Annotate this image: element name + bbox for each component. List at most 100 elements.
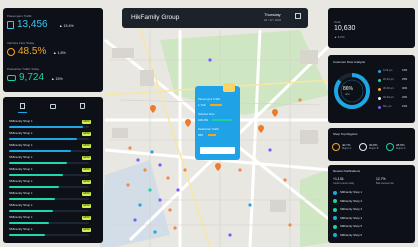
region-label: Region A <box>342 148 352 150</box>
shop-row-label: SMFamily Shop 1 <box>9 215 33 219</box>
stat-value: 48.5% <box>18 46 47 57</box>
shop-row-label: SMFamily Shop 1 <box>9 119 33 123</box>
stat-delta: ▲ 15% <box>51 77 63 81</box>
top-header: HikFamily Group Thursday 20 / 12 / 2022 <box>122 8 308 28</box>
bag-icon[interactable] <box>80 103 85 109</box>
legend-dot <box>378 106 381 109</box>
stat-delta: ▲ 1.8% <box>53 51 66 55</box>
shop-row-label: SMFamily Shop 1 <box>9 155 33 159</box>
legend-value: 30% <box>402 87 408 90</box>
shop-row-pill: 180% <box>82 156 91 160</box>
shop-row-label: SMFamily Shop 1 <box>9 131 33 135</box>
camera-icon[interactable] <box>50 104 56 109</box>
review-item-label: SMFamily Shop 1 <box>340 190 363 194</box>
customer-flow-panel: Customer Flow Analysis 86% ratio 0-19 yr… <box>328 55 415 123</box>
right-total-panel: Total 10,630 ▲ 8.2% <box>328 8 415 48</box>
store-icon[interactable] <box>20 103 25 109</box>
legend-value: 25% <box>402 78 408 81</box>
total-delta: ▲ 8.2% <box>334 35 345 39</box>
shop-row-bar <box>9 126 83 128</box>
shop-row-pill: 180% <box>82 144 91 148</box>
review-left-label: Good reviews today <box>333 182 355 185</box>
shop-row[interactable]: SMFamily Shop 1 180% <box>9 143 105 154</box>
stat-passengers: Passengers Traffic 13,456 ▲ 15.4% <box>7 14 99 36</box>
shop-row[interactable]: SMFamily Shop 1 180% <box>9 215 105 226</box>
popup-row-label: Passengers Traffic <box>198 98 221 101</box>
regions-list: 40.7% Region A 30.8% Region B 28.5% Region C <box>332 141 412 157</box>
shop-row[interactable]: SMFamily Shop 1 180% <box>9 167 105 178</box>
app-title: HikFamily Group <box>131 14 180 21</box>
review-title: Review Notifications <box>333 169 361 173</box>
shop-tabs <box>3 101 103 113</box>
ring-legend-item: 20-29 yrs 25% <box>378 78 412 86</box>
ring-legend-item: 50+ yrs 10% <box>378 105 412 113</box>
shop-row[interactable]: SMFamily Shop 1 180% <box>9 191 105 202</box>
shop-row-bar <box>9 210 53 212</box>
popup-row-bar <box>208 134 216 136</box>
legend-label: 30-39 yrs <box>383 87 394 90</box>
ring-title: Customer Flow Analysis <box>333 60 366 64</box>
shop-row[interactable]: SMFamily Shop 1 180% <box>9 131 105 142</box>
shop-row-pill: 180% <box>82 168 91 172</box>
review-item[interactable]: SMFamily Shop 5 <box>333 223 411 230</box>
total-label: Total <box>334 20 341 24</box>
shop-row-pill: 180% <box>82 204 91 208</box>
legend-label: 0-19 yrs <box>383 69 393 72</box>
popup-row-bar <box>210 104 222 106</box>
shop-row-bar <box>9 186 59 188</box>
review-left-value: +1,134 <box>333 177 344 181</box>
stat-vehicles: Vehicles Flow Today 48.5% ▲ 1.8% <box>7 41 99 63</box>
popup-row-bar <box>212 119 232 121</box>
shop-row[interactable]: SMFamily Shop 1 180% <box>9 179 105 190</box>
review-panel: Review Notifications +1,134 Good reviews… <box>328 165 415 243</box>
shop-row[interactable]: SMFamily Shop 1 180% <box>9 227 105 238</box>
shop-row-pill: 180% <box>82 120 91 124</box>
legend-dot <box>378 79 381 82</box>
region-item: 28.5% Region C <box>386 141 412 157</box>
active-tab-indicator <box>18 112 27 113</box>
shop-row-bar <box>9 138 77 140</box>
region-item: 40.7% Region A <box>332 141 358 157</box>
review-item[interactable]: SMFamily Shop 1 <box>333 189 411 196</box>
popup-row: Pedestrian Traffic 956 <box>198 128 237 140</box>
shop-popup: Passengers Traffic 1,732 Vehicles Flow 1… <box>195 83 240 161</box>
shop-row[interactable]: SMFamily Shop 1 180% <box>9 203 105 214</box>
review-item-label: SMFamily Shop 2 <box>340 198 363 203</box>
stat-label: Pedestrian Traffic Today <box>7 67 40 71</box>
shop-row-label: SMFamily Shop 1 <box>9 143 33 147</box>
header-day: Thursday <box>264 12 281 17</box>
shop-row[interactable]: SMFamily Shop 1 180% <box>9 155 105 166</box>
popup-detail-button[interactable]: Detail <box>200 147 235 161</box>
shop-row-pill: 180% <box>82 132 91 136</box>
shop-list-panel: SMFamily Shop 1 180% SMFamily Shop 1 180% SM… <box>3 97 103 243</box>
review-item[interactable]: SMFamily Shop 3 <box>333 206 411 213</box>
review-item[interactable]: SMFamily Shop 2 <box>333 198 411 205</box>
review-right-label: Bad reviews rate <box>376 182 394 185</box>
stat-label: Vehicles Flow Today <box>7 41 35 45</box>
legend-value: 15% <box>402 69 408 72</box>
car-icon <box>7 75 16 81</box>
fullscreen-icon[interactable] <box>295 13 301 19</box>
shop-row-label: SMFamily Shop 1 <box>9 179 33 183</box>
shop-row-label: SMFamily Shop 1 <box>9 203 33 207</box>
review-dot-icon <box>333 224 337 229</box>
review-item[interactable]: SMFamily Shop 4 <box>333 215 411 222</box>
popup-row: Vehicles Flow 100.0% <box>198 113 237 125</box>
region-ring-icon <box>386 143 394 151</box>
stat-label: Passengers Traffic <box>7 14 32 18</box>
popup-row-value: 1,732 <box>198 103 206 107</box>
ring-caption: ratio <box>345 93 350 96</box>
shop-row[interactable]: SMFamily Shop 1 180% <box>9 119 105 130</box>
popup-row-label: Pedestrian Traffic <box>198 128 219 131</box>
region-item: 30.8% Region B <box>359 141 385 157</box>
stat-value: 9,724 <box>19 72 45 83</box>
review-item-label: SMFamily Shop 3 <box>340 207 363 211</box>
shop-row-bar <box>9 174 64 176</box>
building-icon <box>7 21 14 29</box>
review-item[interactable]: SMFamily Shop 6 <box>333 232 411 239</box>
shop-row-label: SMFamily Shop 1 <box>9 191 33 195</box>
pie-icon <box>7 48 15 56</box>
review-dot-icon <box>333 199 337 203</box>
header-date: 20 / 12 / 2022 <box>264 18 282 22</box>
review-item-label: SMFamily Shop 6 <box>340 232 363 237</box>
